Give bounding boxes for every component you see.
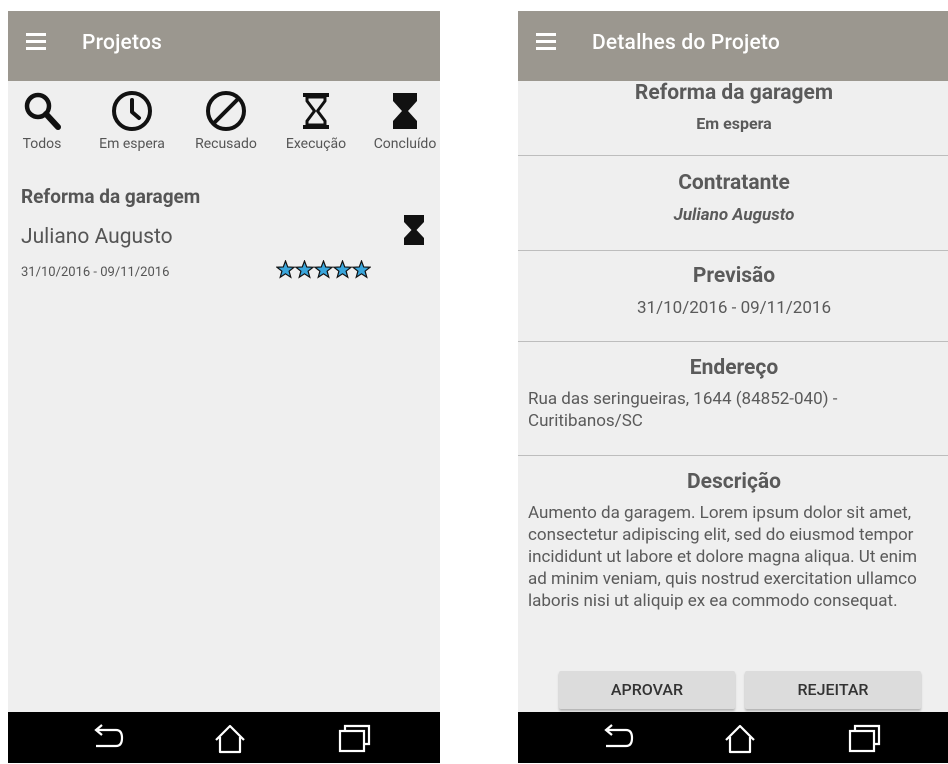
block-icon	[206, 91, 246, 131]
project-details-screen: Detalhes do Projeto Reforma da garagem E…	[518, 11, 948, 763]
project-header-section: Reforma da garagem Em espera	[518, 81, 948, 133]
reject-button[interactable]: REJEITAR	[745, 671, 921, 709]
system-navigation-bar	[8, 712, 440, 763]
filter-em-espera[interactable]: Em espera	[94, 89, 170, 152]
filter-label: Todos	[22, 136, 62, 152]
hourglass-full-icon	[393, 93, 417, 129]
hourglass-empty-icon	[303, 93, 329, 129]
recent-apps-icon[interactable]	[844, 722, 884, 754]
endereco-heading: Endereço	[689, 356, 779, 380]
contratante-section: Contratante Juliano Augusto	[518, 171, 948, 225]
status-text: Em espera	[696, 114, 772, 133]
filter-label: Concluído	[373, 136, 437, 152]
star-icon	[275, 259, 296, 279]
filter-recusado[interactable]: Recusado	[188, 89, 264, 152]
home-icon[interactable]	[720, 722, 760, 754]
home-icon[interactable]	[210, 722, 250, 754]
descricao-heading: Descrição	[687, 470, 781, 494]
clock-icon	[112, 91, 152, 131]
page-title: Detalhes do Projeto	[592, 31, 780, 55]
app-bar: Detalhes do Projeto	[518, 11, 948, 81]
divider	[518, 155, 948, 156]
back-icon[interactable]	[596, 722, 636, 754]
hamburger-menu-icon[interactable]	[26, 33, 48, 53]
project-list-item[interactable]: Reforma da garagem Juliano Augusto 31/10…	[8, 181, 440, 291]
star-icon	[332, 259, 353, 279]
endereco-value: Rua das seringueiras, 1644 (84852-040) -…	[528, 389, 838, 431]
hamburger-menu-icon[interactable]	[536, 33, 558, 53]
divider	[518, 250, 948, 251]
previsao-value: 31/10/2016 - 09/11/2016	[636, 298, 832, 318]
search-icon	[24, 92, 61, 130]
filter-todos[interactable]: Todos	[21, 89, 63, 152]
recent-apps-icon[interactable]	[334, 722, 374, 754]
contratante-value: Juliano Augusto	[673, 205, 795, 225]
project-title: Reforma da garagem	[21, 185, 201, 208]
filter-execucao[interactable]: Execução	[280, 89, 352, 152]
stars-svg	[275, 259, 372, 279]
project-client: Juliano Augusto	[21, 225, 173, 249]
previsao-section: Previsão 31/10/2016 - 09/11/2016	[518, 264, 948, 318]
filter-label: Em espera	[99, 136, 165, 152]
star-icon	[294, 259, 315, 279]
contratante-heading: Contratante	[678, 171, 790, 195]
divider	[518, 341, 948, 342]
project-dates: 31/10/2016 - 09/11/2016	[21, 265, 170, 280]
endereco-section: Endereço Rua das seringueiras, 1644 (848…	[518, 356, 948, 432]
star-icon	[351, 259, 372, 279]
descricao-section: Descrição Aumento da garagem. Lorem ipsu…	[518, 470, 948, 612]
rating-stars	[275, 259, 372, 283]
star-icon	[313, 259, 334, 279]
system-navigation-bar	[518, 712, 948, 763]
divider	[518, 455, 948, 456]
project-title: Reforma da garagem	[634, 81, 834, 105]
hourglass-full-icon	[404, 215, 424, 245]
app-bar: Projetos	[8, 11, 440, 81]
back-icon[interactable]	[86, 722, 126, 754]
projects-screen: Projetos Todos Em espera Recusado Execuç…	[8, 11, 440, 763]
previsao-heading: Previsão	[692, 264, 776, 288]
filter-concluido[interactable]: Concluído	[369, 89, 440, 152]
filter-label: Recusado	[195, 136, 257, 152]
descricao-value: Aumento da garagem. Lorem ipsum dolor si…	[528, 503, 918, 611]
page-title: Projetos	[82, 31, 163, 55]
approve-button[interactable]: APROVAR	[559, 671, 735, 709]
filter-label: Execução	[285, 136, 347, 152]
